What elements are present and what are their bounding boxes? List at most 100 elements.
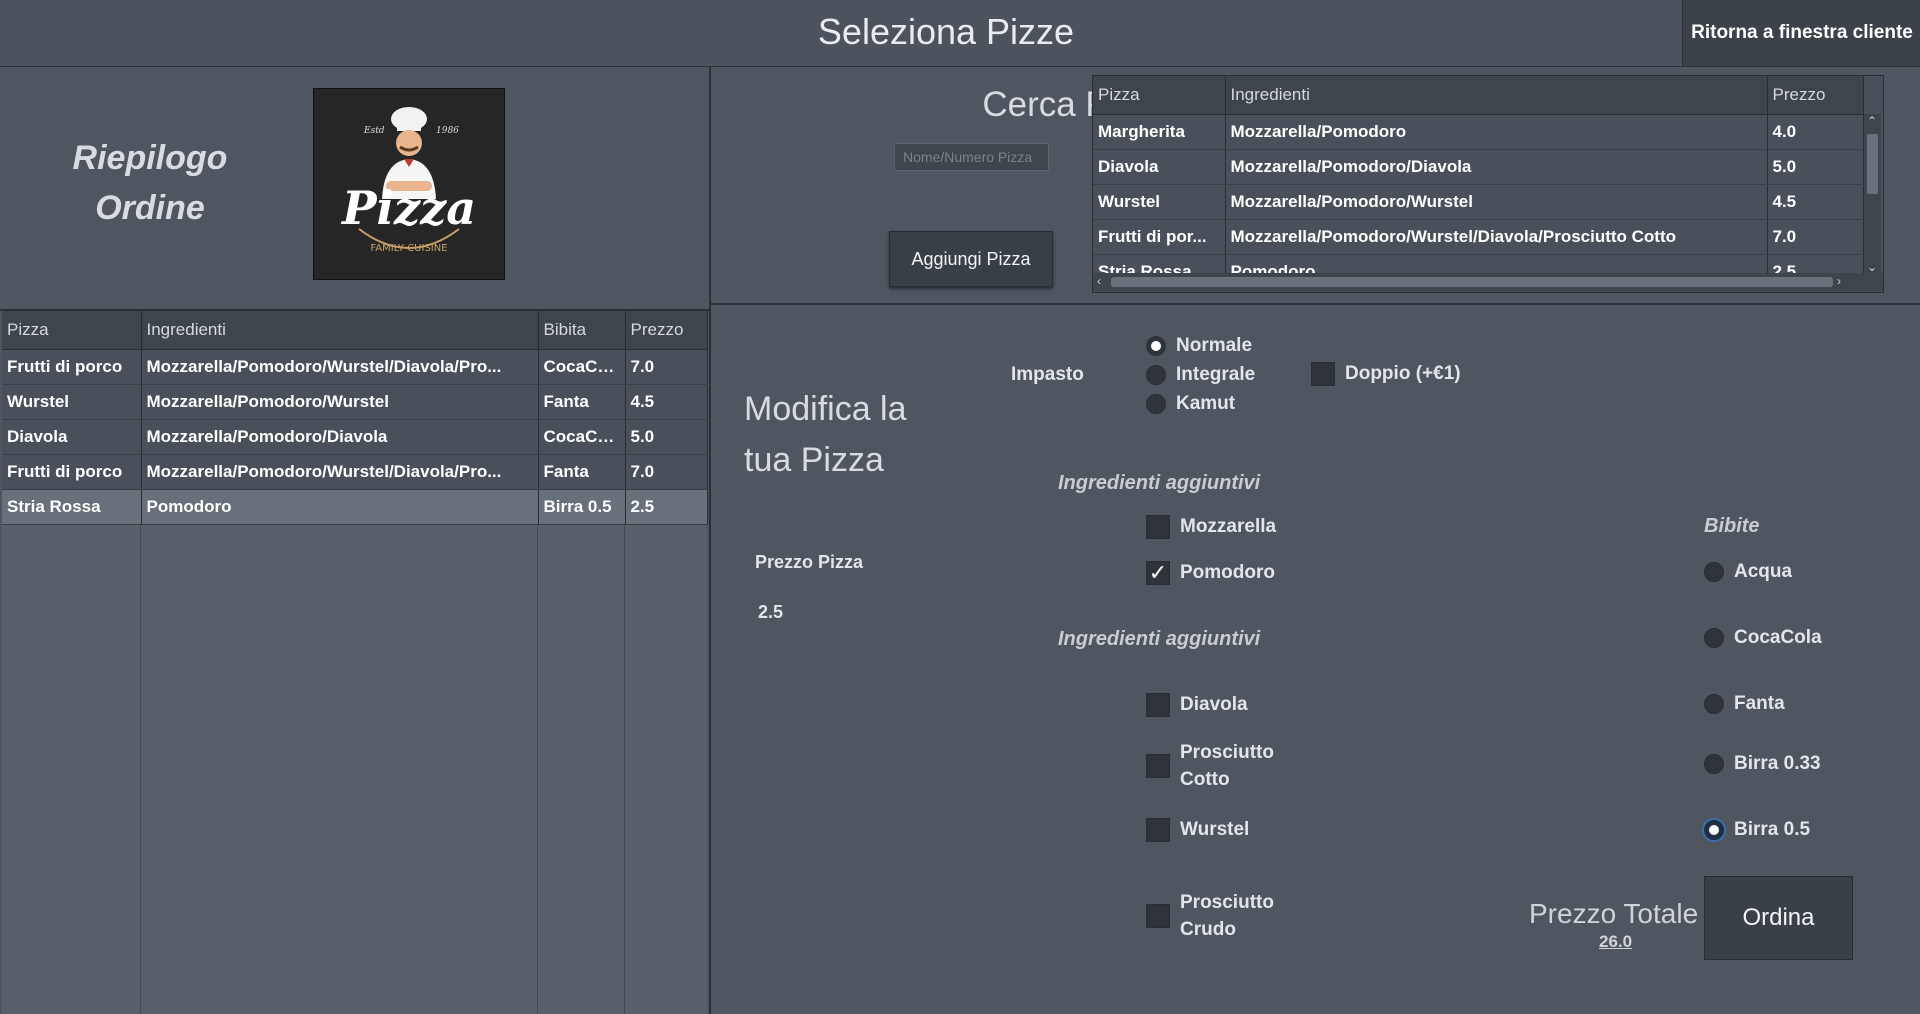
- drink-label: Birra 0.33: [1734, 753, 1821, 774]
- column-header-pizza[interactable]: Pizza: [1093, 76, 1226, 115]
- ingredient-checkbox[interactable]: [1146, 818, 1170, 842]
- cell-ingredienti: Mozzarella/Pomodoro/Wurstel/Diavola/Pro.…: [141, 454, 539, 490]
- ingredient-label: Mozzarella: [1180, 516, 1277, 537]
- table-row[interactable]: Wurstel Mozzarella/Pomodoro/Wurstel 4.5: [1093, 184, 1864, 220]
- impasto-option-label: Kamut: [1176, 393, 1236, 414]
- cell-bibita: Fanta: [538, 384, 626, 420]
- doppio-checkbox[interactable]: Doppio (+€1): [1311, 362, 1461, 386]
- impasto-option-kamut[interactable]: Kamut: [1146, 393, 1235, 415]
- column-header-ingredienti[interactable]: Ingredienti: [1225, 76, 1768, 115]
- horizontal-scrollbar[interactable]: ‹ ›: [1093, 273, 1883, 291]
- drink-option-birra-033[interactable]: Birra 0.33: [1704, 753, 1821, 775]
- total-price-label: Prezzo Totale: [1529, 898, 1699, 929]
- table-row[interactable]: Wurstel Mozzarella/Pomodoro/Wurstel Fant…: [2, 384, 708, 420]
- drink-option-cocacola[interactable]: CocaCola: [1704, 627, 1822, 649]
- ingredient-prosciutto-cotto[interactable]: Prosciutto Cotto: [1146, 739, 1274, 793]
- ingredient-prosciutto-crudo[interactable]: Prosciutto Crudo: [1146, 889, 1274, 943]
- ingredient-label: Wurstel: [1180, 819, 1250, 840]
- ingredient-checkbox[interactable]: [1146, 515, 1170, 539]
- ingredient-pomodoro[interactable]: ✓ Pomodoro: [1146, 561, 1275, 585]
- checkmark-icon[interactable]: ✓: [1146, 561, 1170, 585]
- cell-pizza: Wurstel: [1093, 184, 1226, 220]
- search-input[interactable]: Nome/Numero Pizza: [894, 143, 1049, 171]
- logo-text-main: Pizza: [340, 181, 476, 235]
- cell-prezzo: 2.5: [625, 489, 708, 525]
- cell-prezzo: 7.0: [625, 454, 708, 490]
- pizza-menu-table-body: Pizza Ingredienti Prezzo Margherita Mozz…: [1093, 76, 1864, 290]
- order-button[interactable]: Ordina: [1704, 876, 1853, 960]
- cell-pizza: Frutti di porco: [2, 454, 142, 490]
- radio-kamut[interactable]: [1146, 394, 1166, 414]
- pizza-editor-panel: Modifica la tua Pizza Prezzo Pizza 2.5 I…: [711, 304, 1920, 1014]
- header-bar: Seleziona Pizze Ritorna a finestra clien…: [0, 0, 1920, 67]
- impasto-label: Impasto: [1011, 364, 1084, 385]
- column-header-prezzo[interactable]: Prezzo: [1767, 76, 1864, 115]
- column-header-ingredienti[interactable]: Ingredienti: [141, 311, 539, 350]
- column-header-prezzo[interactable]: Prezzo: [625, 311, 708, 350]
- table-row[interactable]: Diavola Mozzarella/Pomodoro/Diavola Coca…: [2, 419, 708, 455]
- order-table-body: Pizza Ingredienti Bibita Prezzo Frutti d…: [2, 311, 708, 525]
- pizza-menu-table[interactable]: Pizza Ingredienti Prezzo Margherita Mozz…: [1092, 75, 1884, 293]
- pizza-table-header: Pizza Ingredienti Prezzo: [1093, 76, 1864, 115]
- drink-option-fanta[interactable]: Fanta: [1704, 693, 1785, 715]
- add-pizza-button[interactable]: Aggiungi Pizza: [889, 231, 1053, 287]
- scroll-up-icon[interactable]: ⌃: [1867, 114, 1877, 128]
- cell-prezzo: 5.0: [625, 419, 708, 455]
- cell-bibita: Birra 0.5: [538, 489, 626, 525]
- ingredient-diavola[interactable]: Diavola: [1146, 693, 1248, 717]
- impasto-option-label: Normale: [1176, 335, 1253, 356]
- summary-header: Riepilogo Ordine Pizza FAMILY CUISINE Es…: [0, 67, 709, 311]
- table-row[interactable]: Margherita Mozzarella/Pomodoro 4.0: [1093, 114, 1864, 150]
- table-row[interactable]: Frutti di porco Mozzarella/Pomodoro/Wurs…: [2, 349, 708, 385]
- cell-pizza: Stria Rossa: [2, 489, 142, 525]
- logo-year: 1986: [436, 126, 459, 136]
- ingredient-checkbox[interactable]: [1146, 754, 1170, 778]
- vertical-scrollbar[interactable]: ⌃ ⌄: [1864, 114, 1881, 274]
- vertical-scroll-thumb[interactable]: [1867, 134, 1878, 194]
- radio-fanta[interactable]: [1704, 694, 1724, 714]
- radio-cocacola[interactable]: [1704, 628, 1724, 648]
- cell-ingredienti: Mozzarella/Pomodoro/Diavola: [141, 419, 539, 455]
- ingredient-wurstel[interactable]: Wurstel: [1146, 818, 1249, 842]
- ingredient-label: Prosciutto Cotto: [1180, 739, 1274, 793]
- radio-integrale[interactable]: [1146, 365, 1166, 385]
- cell-ingredienti: Pomodoro: [141, 489, 539, 525]
- cell-ingredienti: Mozzarella/Pomodoro/Wurstel: [141, 384, 539, 420]
- table-row-selected[interactable]: Stria Rossa Pomodoro Birra 0.5 2.5: [2, 489, 708, 525]
- ingredient-mozzarella[interactable]: Mozzarella: [1146, 515, 1276, 539]
- doppio-label: Doppio (+€1): [1345, 363, 1461, 384]
- ingredient-checkbox[interactable]: [1146, 693, 1170, 717]
- logo-text-sub: FAMILY CUISINE: [370, 243, 447, 254]
- ingredient-checkbox[interactable]: [1146, 904, 1170, 928]
- pizza-chef-logo: Pizza FAMILY CUISINE Estd 1986: [313, 88, 505, 280]
- radio-acqua[interactable]: [1704, 562, 1724, 582]
- drink-option-birra-05[interactable]: Birra 0.5: [1704, 819, 1810, 841]
- scroll-left-icon[interactable]: ‹: [1097, 274, 1101, 288]
- ingredient-label-line1: Prosciutto: [1180, 892, 1274, 913]
- scroll-down-icon[interactable]: ⌄: [1867, 260, 1877, 274]
- radio-birra-033[interactable]: [1704, 754, 1724, 774]
- cell-pizza: Frutti di por...: [1093, 219, 1226, 255]
- logo-estd: Estd: [363, 126, 385, 136]
- table-row[interactable]: Frutti di porco Mozzarella/Pomodoro/Wurs…: [2, 454, 708, 490]
- cell-prezzo: 4.0: [1767, 114, 1864, 150]
- impasto-option-normale[interactable]: Normale: [1146, 335, 1252, 357]
- summary-title: Riepilogo Ordine: [40, 133, 260, 233]
- doppio-check[interactable]: [1311, 362, 1335, 386]
- impasto-option-integrale[interactable]: Integrale: [1146, 364, 1255, 386]
- table-row[interactable]: Frutti di por... Mozzarella/Pomodoro/Wur…: [1093, 219, 1864, 255]
- order-table[interactable]: Pizza Ingredienti Bibita Prezzo Frutti d…: [2, 311, 708, 1014]
- cell-prezzo: 7.0: [625, 349, 708, 385]
- column-header-bibita[interactable]: Bibita: [538, 311, 626, 350]
- column-header-pizza[interactable]: Pizza: [2, 311, 142, 350]
- radio-normale[interactable]: [1146, 336, 1166, 356]
- drink-option-acqua[interactable]: Acqua: [1704, 561, 1792, 583]
- radio-birra-05[interactable]: [1704, 820, 1724, 840]
- total-price-value: 26.0: [1599, 932, 1633, 951]
- scroll-right-icon[interactable]: ›: [1837, 274, 1841, 288]
- drink-label: Fanta: [1734, 693, 1785, 714]
- back-to-customer-button[interactable]: Ritorna a finestra cliente: [1682, 0, 1920, 66]
- table-row[interactable]: Diavola Mozzarella/Pomodoro/Diavola 5.0: [1093, 149, 1864, 185]
- ingredient-label: Diavola: [1180, 694, 1248, 715]
- horizontal-scroll-thumb[interactable]: [1111, 277, 1833, 287]
